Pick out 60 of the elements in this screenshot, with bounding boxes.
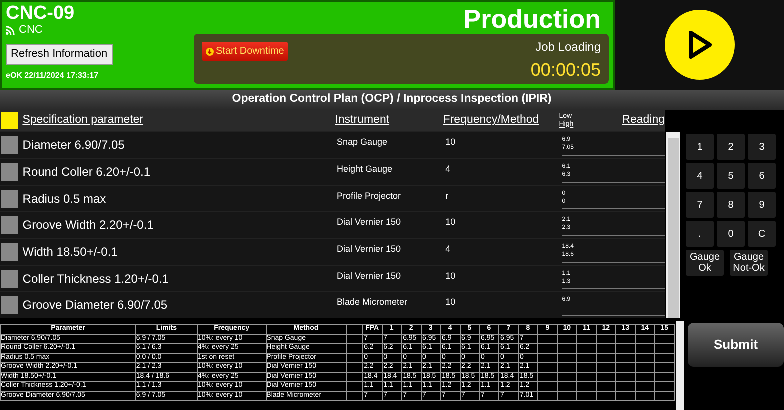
column-header: Frequency/Method (443, 113, 540, 128)
scrollbar[interactable] (665, 132, 680, 318)
header-marker (1, 112, 18, 130)
instrument-text: Dial Vernier 150 (336, 243, 402, 256)
gauge-button[interactable]: Gauge Ok (686, 250, 724, 276)
frequency-text: r (446, 190, 450, 203)
production-title: Production (464, 4, 602, 34)
keypad-key[interactable]: 3 (748, 134, 776, 160)
signal-icon (6, 26, 15, 34)
parameter-text: Coller Thickness 1.20+/-0.1 (22, 270, 170, 288)
keypad-key[interactable]: 5 (717, 163, 745, 189)
parameter-text: Radius 0.5 max (22, 190, 108, 208)
arrow-down-circle-icon (206, 48, 214, 56)
row-select-button[interactable] (1, 136, 18, 154)
instrument-text: Dial Vernier 150 (336, 270, 402, 283)
parameter-text: Groove Width 2.20+/-0.1 (22, 217, 155, 234)
frequency-text: 4 (446, 243, 452, 256)
scrollbar[interactable] (676, 321, 684, 410)
instrument-text: Profile Projector (336, 190, 402, 203)
row-select-button[interactable] (1, 162, 18, 181)
refresh-button[interactable]: Refresh Information (6, 44, 113, 64)
keypad-key[interactable]: 2 (717, 134, 745, 160)
parameter-text: Groove Diameter 6.90/7.05 (22, 297, 169, 314)
frequency-text: 10 (446, 296, 457, 310)
parameter-text: Round Coller 6.20+/-0.1 (22, 164, 152, 181)
keypad-key[interactable]: C (748, 221, 776, 247)
keypad-key[interactable]: 9 (748, 192, 776, 218)
column-header: Reading (622, 113, 665, 128)
submit-button[interactable]: Submit (688, 323, 784, 367)
ocp-title-bar: Operation Control Plan (OCP) / Inprocess Inspection (IPIR) (0, 90, 784, 110)
job-status: Job Loading (536, 39, 601, 56)
instrument-text: Blade Micrometer (336, 296, 409, 310)
frequency-text: 10 (446, 136, 457, 150)
machine-title: CNC-09 (6, 4, 76, 24)
machine-type: CNC (19, 24, 43, 36)
frequency-text: 10 (446, 216, 457, 230)
parameter-text: Width 18.50+/-0.1 (22, 244, 119, 261)
keypad-key[interactable]: 7 (686, 192, 714, 218)
row-select-button[interactable] (1, 216, 18, 234)
instrument-text: Height Gauge (336, 162, 394, 176)
row-select-button[interactable] (1, 270, 18, 288)
keypad-key[interactable]: . (686, 221, 714, 247)
row-select-button[interactable] (1, 190, 18, 208)
start-downtime-button[interactable]: Start Downtime (202, 42, 288, 61)
row-select-button[interactable] (1, 296, 18, 314)
keypad-key[interactable]: 4 (686, 163, 714, 189)
parameter-text: Diameter 6.90/7.05 (22, 137, 126, 154)
timer: 00:00:05 (530, 60, 601, 80)
instrument-text: Snap Gauge (336, 136, 389, 150)
gauge-button[interactable]: Gauge Not-Ok (730, 250, 768, 276)
keypad-key[interactable]: 6 (748, 163, 776, 189)
frequency-text: 4 (446, 162, 452, 176)
frequency-text: 10 (446, 270, 457, 283)
keypad-key[interactable]: 0 (717, 221, 745, 247)
column-header: Specification parameter (22, 113, 145, 128)
instrument-text: Dial Vernier 150 (336, 216, 402, 230)
column-header: Instrument (335, 113, 391, 128)
status-timestamp: eOK 22/11/2024 17:33:17 (6, 70, 100, 82)
keypad-key[interactable]: 1 (686, 134, 714, 160)
keypad-key[interactable]: 8 (717, 192, 745, 218)
